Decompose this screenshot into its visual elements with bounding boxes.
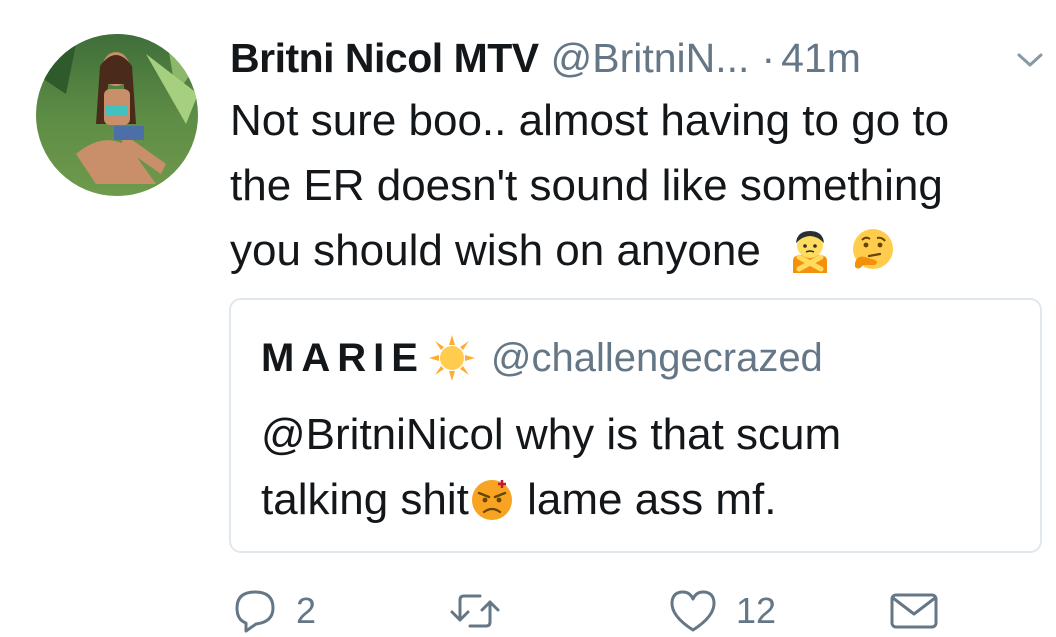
- retweet-button[interactable]: [448, 585, 502, 637]
- tweet-text-line: you should wish on anyone: [230, 218, 1050, 283]
- reply-icon: [235, 590, 275, 633]
- quoted-display-name: MARIE: [261, 335, 425, 380]
- reply-count: 2: [296, 590, 317, 631]
- quoted-tweet[interactable]: MARIE @challengecrazed @BritniNicol why …: [229, 298, 1042, 553]
- tweet-text-line: the ER doesn't sound like something: [230, 161, 943, 210]
- user-handle[interactable]: @BritniN...: [551, 35, 750, 82]
- quoted-handle: @challengecrazed: [490, 335, 823, 380]
- like-icon: [670, 590, 716, 632]
- tweet-text: Not sure boo.. almost having to go to th…: [230, 88, 1050, 283]
- tweet-actions: 2 12: [0, 585, 1056, 637]
- tweet-header: Britni Nicol MTV @BritniN... · 41m: [230, 30, 1043, 86]
- direct-message-button[interactable]: [888, 585, 940, 637]
- tweet-time[interactable]: 41m: [781, 35, 861, 82]
- quoted-text-span: talking shit: [261, 475, 469, 524]
- thinking-face-emoji: [853, 229, 894, 269]
- display-name[interactable]: Britni Nicol MTV: [230, 35, 539, 82]
- quoted-text-span: lame ass mf.: [514, 475, 777, 524]
- retweet-icon: [450, 594, 500, 628]
- like-button[interactable]: 12: [668, 585, 776, 637]
- separator-dot: ·: [761, 34, 776, 81]
- quoted-text-line: @BritniNicol why is that scum: [261, 410, 842, 459]
- woman-gesturing-no-emoji: [793, 231, 828, 273]
- avatar[interactable]: [36, 34, 198, 196]
- tweet-text-span: you should wish on anyone: [230, 226, 761, 275]
- quoted-text: @BritniNicol why is that scum talking sh…: [261, 402, 1021, 532]
- quoted-tweet-header: MARIE @challengecrazed: [261, 330, 823, 386]
- angry-face-emoji: [471, 480, 512, 520]
- sun-emoji: [428, 335, 475, 381]
- quoted-text-line: talking shit lame ass mf.: [261, 467, 1021, 532]
- tweet-text-line: Not sure boo.. almost having to go to: [230, 96, 950, 145]
- reply-button[interactable]: 2: [232, 585, 316, 637]
- direct-message-icon: [890, 593, 938, 629]
- chevron-down-icon[interactable]: [1016, 50, 1044, 70]
- like-count: 12: [736, 590, 777, 631]
